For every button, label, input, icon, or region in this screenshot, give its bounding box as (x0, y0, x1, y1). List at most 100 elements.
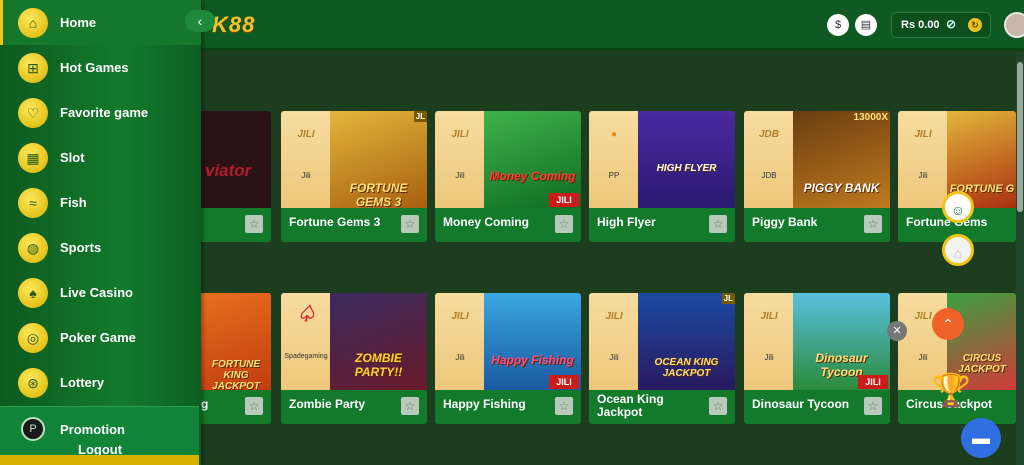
game-name: Ocean King Jackpot (597, 392, 664, 419)
jili-badge: JILI (549, 193, 579, 207)
sidebar-item-hot-games[interactable]: ⊞ Hot Games (0, 45, 201, 90)
game-name: Money Coming (443, 215, 529, 229)
game-card[interactable]: ● PP HIGH FLYER High Flyer ☆ (589, 111, 735, 242)
game-card[interactable]: JILI Jili FORTUNE GEMS 3 JL Fortune Gems… (281, 111, 427, 242)
cards-icon: ♠ (18, 278, 48, 308)
sidebar-item-lottery[interactable]: ⊛ Lottery (0, 360, 201, 405)
game-art-title: viator (205, 161, 252, 180)
provider-name: Jili (301, 171, 311, 180)
heart-icon: ♡ (18, 98, 48, 128)
favorite-star-icon[interactable]: ☆ (709, 215, 727, 233)
favorite-star-icon[interactable]: ☆ (555, 397, 573, 415)
sidebar-item-label: Fish (60, 195, 87, 210)
game-card[interactable]: JILI Jili Dinosaur Tycoon JILI Dinosaur … (744, 293, 890, 424)
provider-panel: JILI Jili (589, 293, 639, 390)
provider-panel: JILI Jili (281, 111, 331, 208)
site-logo[interactable]: K88 (212, 12, 255, 38)
game-name: High Flyer (597, 215, 656, 229)
game-art-title: ZOMBIE PARTY!! (354, 351, 403, 379)
sidebar-item-label: Lottery (60, 375, 105, 390)
scrollbar-thumb[interactable] (1017, 62, 1023, 212)
chevron-left-icon: ‹ (197, 13, 203, 29)
favorite-star-icon[interactable]: ☆ (401, 397, 419, 415)
sidebar-item-fish[interactable]: ≈ Fish (0, 180, 201, 225)
sidebar-item-label: Favorite game (60, 105, 149, 120)
game-art-title: Money Coming (489, 169, 576, 183)
game-card[interactable]: JILI Jili Money Coming JILI Money Coming… (435, 111, 581, 242)
favorite-star-icon[interactable]: ☆ (245, 397, 263, 415)
sidebar-item-sports[interactable]: ◍ Sports (0, 225, 201, 270)
trophy-icon[interactable]: 🏆 (931, 371, 971, 415)
sidebar: ⌂ Home ⊞ Hot Games ♡ Favorite game ▦ Slo… (0, 0, 201, 465)
provider-name: Jili (455, 353, 465, 362)
game-card[interactable]: JDB JDB PIGGY BANK 13000X Piggy Bank ☆ (744, 111, 890, 242)
sidebar-item-home[interactable]: ⌂ Home (0, 0, 201, 45)
favorite-star-icon[interactable]: ☆ (864, 397, 882, 415)
wallet-icon[interactable]: ▤ (855, 14, 877, 36)
provider-logo: JDB (758, 129, 779, 140)
game-card[interactable]: JILI Jili Happy Fishing JILI Happy Fishi… (435, 293, 581, 424)
sidebar-item-label: Hot Games (60, 60, 129, 75)
provider-name: Jili (918, 171, 928, 180)
avatar[interactable] (1004, 12, 1024, 38)
sidebar-item-label: Home (60, 15, 97, 30)
home-icon: ⌂ (18, 8, 48, 38)
favorite-star-icon[interactable]: ☆ (555, 215, 573, 233)
sidebar-item-slot[interactable]: ▦ Slot (0, 135, 201, 180)
provider-panel: JILI Jili (898, 111, 948, 208)
promotion-icon: P (21, 417, 45, 441)
balance-box[interactable]: Rs 0.00 ⊘ ↻ (891, 12, 991, 38)
provider-name: Jili (764, 353, 774, 362)
promotion-label: Promotion (60, 422, 125, 437)
sidebar-item-favorite-game[interactable]: ♡ Favorite game (0, 90, 201, 135)
provider-panel: JILI Jili (435, 111, 485, 208)
sidebar-item-label: Poker Game (60, 330, 136, 345)
refresh-coin-icon[interactable]: ↻ (968, 18, 982, 32)
collapse-sidebar-button[interactable]: ‹ (185, 10, 215, 32)
game-art-title: Happy Fishing (491, 353, 574, 367)
chat-icon[interactable]: ▬ (961, 418, 1001, 458)
game-name: Dinosaur Tycoon (752, 397, 850, 411)
home-screen-icon[interactable]: ⌂ (942, 234, 974, 266)
jili-badge: JILI (549, 375, 579, 389)
sidebar-item-live-casino[interactable]: ♠ Live Casino (0, 270, 201, 315)
slot-icon: ▦ (18, 143, 48, 173)
game-name: Zombie Party (289, 397, 366, 411)
provider-name: PP (608, 171, 620, 180)
sidebar-footer-bar (0, 455, 199, 465)
game-name: Piggy Bank (752, 215, 818, 229)
game-name: Happy Fishing (443, 397, 526, 411)
game-card[interactable]: ♤ Spadegaming ZOMBIE PARTY!! Zombie Part… (281, 293, 427, 424)
game-art-title: HIGH FLYER (656, 163, 717, 174)
game-art-title: PIGGY BANK (803, 181, 880, 195)
sidebar-item-poker-game[interactable]: ◎ Poker Game (0, 315, 201, 360)
scrollbar[interactable] (1016, 52, 1024, 465)
favorite-star-icon[interactable]: ☆ (864, 215, 882, 233)
support-icon[interactable]: ☺ (942, 191, 974, 223)
game-art-title: FORTUNE GEMS 3 (349, 181, 408, 209)
jili-badge: JILI (858, 375, 888, 389)
fish-icon: ≈ (18, 188, 48, 218)
scroll-top-icon[interactable]: ⌃ (932, 308, 964, 340)
game-corner-tag: JL (413, 111, 427, 122)
favorite-star-icon[interactable]: ☆ (401, 215, 419, 233)
provider-name: Jili (918, 353, 928, 362)
provider-logo: JILI (914, 129, 932, 140)
provider-panel: JILI Jili (435, 293, 485, 390)
provider-name: Jili (455, 171, 465, 180)
provider-logo: JILI (297, 129, 315, 140)
favorite-star-icon[interactable]: ☆ (245, 215, 263, 233)
provider-logo: ● (610, 129, 618, 140)
money-bag-icon[interactable]: $ (827, 14, 849, 36)
sidebar-item-label: Live Casino (60, 285, 133, 300)
balance-amount: Rs 0.00 (901, 19, 940, 31)
sidebar-item-label: Sports (60, 240, 102, 255)
game-card[interactable]: JILI Jili OCEAN KING JACKPOT JL Ocean Ki… (589, 293, 735, 424)
close-icon[interactable]: ✕ (887, 321, 907, 341)
provider-logo: JILI (451, 311, 469, 322)
ball-icon: ◍ (18, 233, 48, 263)
eye-hidden-icon[interactable]: ⊘ (946, 17, 956, 31)
provider-logo: ♤ (296, 301, 316, 326)
game-art-title: FORTUNE KING JACKPOT (211, 359, 261, 392)
favorite-star-icon[interactable]: ☆ (709, 397, 727, 415)
